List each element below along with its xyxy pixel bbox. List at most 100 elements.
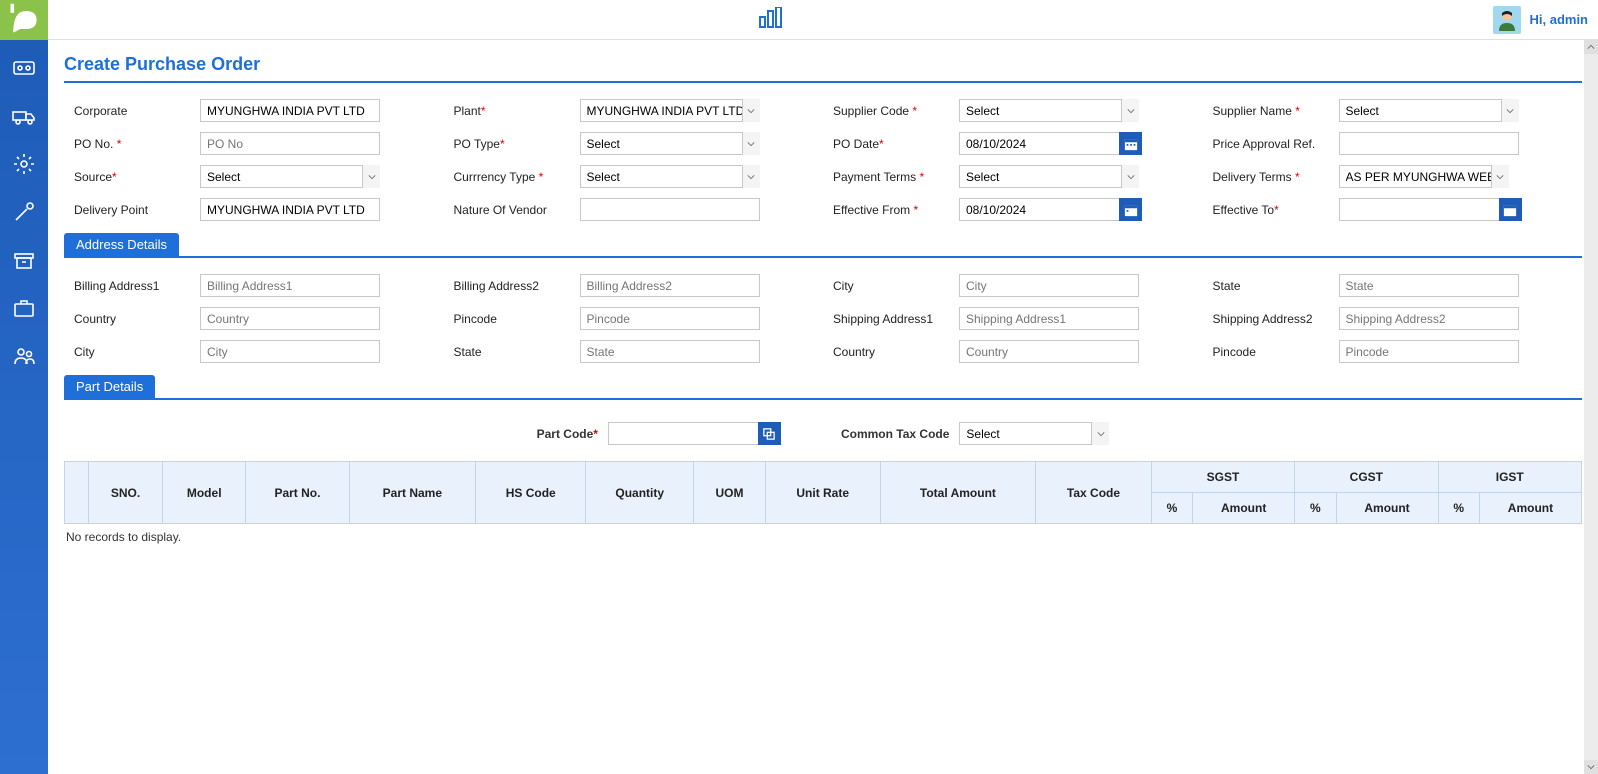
scity-input[interactable] (200, 340, 380, 363)
col-partname[interactable]: Part Name (349, 462, 476, 524)
col-igst[interactable]: IGST (1438, 462, 1581, 493)
lookup-icon[interactable] (758, 422, 781, 445)
potype-label: PO Type* (454, 137, 574, 151)
sidebar-item-briefcase[interactable] (12, 296, 36, 320)
delivery-label: Delivery Terms * (1213, 170, 1333, 184)
col-sgst[interactable]: SGST (1151, 462, 1294, 493)
bpin-label: Pincode (454, 312, 574, 326)
vertical-scrollbar[interactable] (1584, 40, 1598, 774)
ba1-input[interactable] (200, 274, 380, 297)
sidebar-item-activity[interactable] (12, 200, 36, 224)
plant-label: Plant* (454, 104, 574, 118)
sidebar-item-dashboard[interactable] (12, 56, 36, 80)
col-total[interactable]: Total Amount (880, 462, 1036, 524)
bcountry-label: Country (74, 312, 194, 326)
app-logo[interactable] (0, 0, 48, 40)
partcode-label: Part Code* (537, 427, 598, 441)
ba2-input[interactable] (580, 274, 760, 297)
suppliername-label: Supplier Name * (1213, 104, 1333, 118)
parts-grid: SNO. Model Part No. Part Name HS Code Qu… (64, 461, 1582, 524)
part-controls: Part Code* Common Tax Code (64, 410, 1582, 461)
sstate-label: State (454, 345, 574, 359)
payment-label: Payment Terms * (833, 170, 953, 184)
effto-label: Effective To* (1213, 203, 1333, 217)
pono-label: PO No. * (74, 137, 194, 151)
scroll-down-icon[interactable] (1584, 760, 1598, 774)
greeting-text: Hi, admin (1529, 12, 1588, 27)
calendar-icon[interactable] (1119, 132, 1142, 155)
calendar-icon[interactable] (1499, 198, 1522, 221)
col-sgst-amt[interactable]: Amount (1193, 493, 1295, 524)
sa2-input[interactable] (1339, 307, 1519, 330)
bstate-input[interactable] (1339, 274, 1519, 297)
payment-select[interactable] (959, 165, 1139, 188)
bar-chart-icon[interactable] (758, 7, 784, 32)
col-sgst-pct[interactable]: % (1151, 493, 1192, 524)
corporate-input[interactable] (200, 99, 380, 122)
col-cgst-pct[interactable]: % (1295, 493, 1336, 524)
currency-select[interactable] (580, 165, 760, 188)
col-partno[interactable]: Part No. (246, 462, 349, 524)
nov-label: Nature Of Vendor (454, 203, 574, 217)
sa2-label: Shipping Address2 (1213, 312, 1333, 326)
nov-input[interactable] (580, 198, 760, 221)
col-qty[interactable]: Quantity (586, 462, 694, 524)
col-uom[interactable]: UOM (694, 462, 766, 524)
address-section-tab: Address Details (64, 233, 179, 256)
podate-label: PO Date* (833, 137, 953, 151)
bcountry-input[interactable] (200, 307, 380, 330)
section-rule (64, 256, 1582, 258)
col-hscode[interactable]: HS Code (476, 462, 586, 524)
pono-input[interactable] (200, 132, 380, 155)
suppliercode-select[interactable] (959, 99, 1139, 122)
section-rule (64, 398, 1582, 400)
delpoint-input[interactable] (200, 198, 380, 221)
sidebar-item-users[interactable] (12, 344, 36, 368)
col-igst-pct[interactable]: % (1438, 493, 1479, 524)
sidebar-item-shipping[interactable] (12, 104, 36, 128)
partcode-input[interactable] (608, 422, 758, 445)
scountry-input[interactable] (959, 340, 1139, 363)
bpin-input[interactable] (580, 307, 760, 330)
priceref-label: Price Approval Ref. (1213, 137, 1333, 151)
sidebar-item-archive[interactable] (12, 248, 36, 272)
col-sno[interactable]: SNO. (89, 462, 163, 524)
col-cgst[interactable]: CGST (1295, 462, 1438, 493)
avatar-icon (1493, 6, 1521, 34)
currency-label: Currrency Type * (454, 170, 574, 184)
address-form: Billing Address1 Billing Address2 City S… (64, 268, 1582, 375)
col-taxcode[interactable]: Tax Code (1036, 462, 1152, 524)
ba1-label: Billing Address1 (74, 279, 194, 293)
col-cgst-amt[interactable]: Amount (1336, 493, 1438, 524)
suppliercode-label: Supplier Code * (833, 104, 953, 118)
potype-select[interactable] (580, 132, 760, 155)
delivery-select[interactable] (1339, 165, 1509, 188)
calendar-icon[interactable] (1119, 198, 1142, 221)
spin-label: Pincode (1213, 345, 1333, 359)
priceref-input[interactable] (1339, 132, 1519, 155)
user-greeting[interactable]: Hi, admin (1493, 6, 1588, 34)
suppliername-select[interactable] (1339, 99, 1519, 122)
sidebar-item-settings[interactable] (12, 152, 36, 176)
taxcode-select[interactable] (959, 422, 1109, 445)
col-igst-amt[interactable]: Amount (1479, 493, 1581, 524)
page-title: Create Purchase Order (64, 50, 1582, 81)
bcity-label: City (833, 279, 953, 293)
sstate-input[interactable] (580, 340, 760, 363)
ba2-label: Billing Address2 (454, 279, 574, 293)
scroll-up-icon[interactable] (1584, 40, 1598, 54)
efffrom-input[interactable] (959, 198, 1119, 221)
scity-label: City (74, 345, 194, 359)
plant-select[interactable] (580, 99, 760, 122)
sa1-input[interactable] (959, 307, 1139, 330)
spin-input[interactable] (1339, 340, 1519, 363)
bstate-label: State (1213, 279, 1333, 293)
podate-input[interactable] (959, 132, 1119, 155)
effto-input[interactable] (1339, 198, 1499, 221)
col-model[interactable]: Model (163, 462, 246, 524)
scountry-label: Country (833, 345, 953, 359)
col-unitrate[interactable]: Unit Rate (765, 462, 880, 524)
source-label: Source* (74, 170, 194, 184)
source-select[interactable] (200, 165, 380, 188)
bcity-input[interactable] (959, 274, 1139, 297)
